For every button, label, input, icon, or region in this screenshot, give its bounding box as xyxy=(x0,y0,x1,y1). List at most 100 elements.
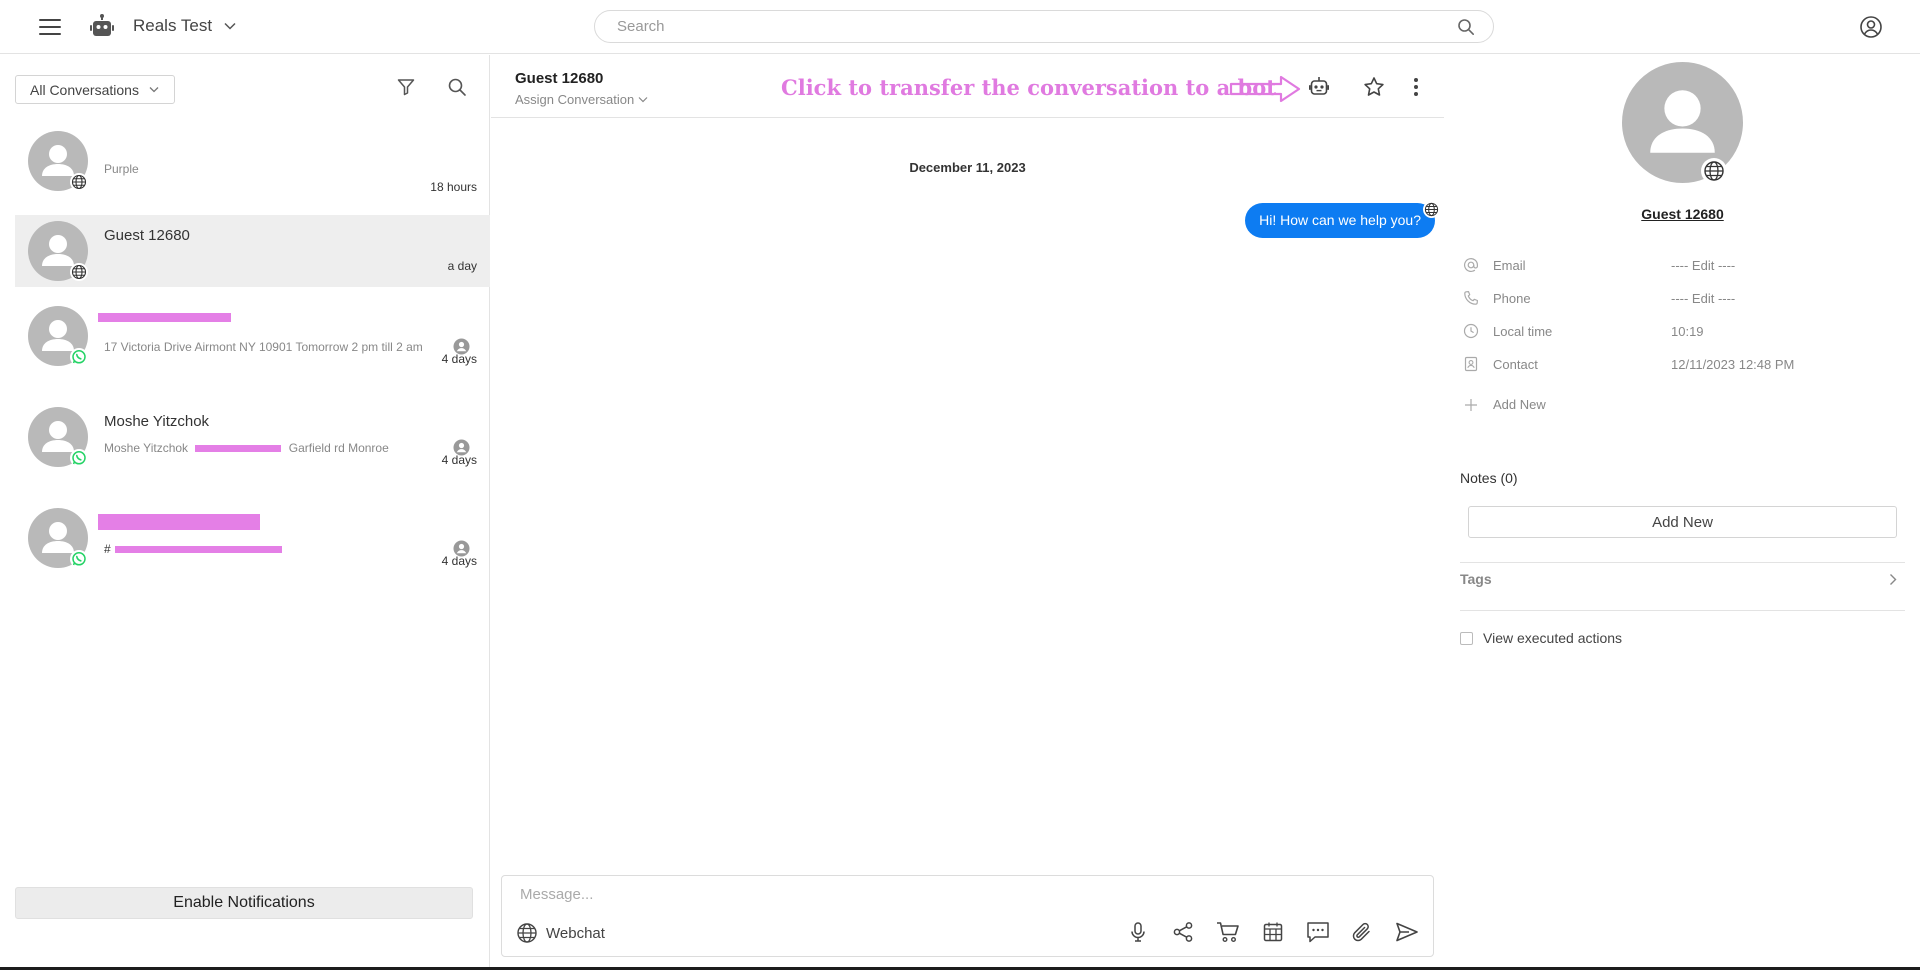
field-label: Phone xyxy=(1493,291,1531,306)
message-input[interactable] xyxy=(520,886,1400,910)
chat-title: Guest 12680 xyxy=(515,70,604,87)
transfer-to-bot-icon[interactable] xyxy=(1308,76,1330,98)
conversation-preview: 17 Victoria Drive Airmont NY 10901 Tomor… xyxy=(104,340,423,354)
add-new-field-label: Add New xyxy=(1493,397,1546,412)
star-icon[interactable] xyxy=(1363,76,1385,98)
menu-icon[interactable] xyxy=(36,13,64,41)
conversation-filter-label: All Conversations xyxy=(30,81,139,98)
at-icon xyxy=(1463,257,1479,273)
conversation-preview-end: Garfield rd Monroe xyxy=(288,441,389,455)
annotation-arrow-icon xyxy=(1229,75,1301,103)
contact-panel: Guest 12680 Email ---- Edit ---- Phone -… xyxy=(1445,55,1920,967)
view-executed-actions-label: View executed actions xyxy=(1483,630,1623,646)
conversation-time: 4 days xyxy=(441,554,477,568)
calendar-icon[interactable] xyxy=(1262,921,1284,943)
microphone-icon[interactable] xyxy=(1127,921,1149,943)
share-icon[interactable] xyxy=(1172,921,1194,943)
contact-field-phone: Phone ---- Edit ---- xyxy=(1463,289,1903,309)
contact-card-icon xyxy=(1463,356,1479,372)
channel-label: Webchat xyxy=(546,924,605,942)
date-separator: December 11, 2023 xyxy=(909,160,1026,175)
redaction-mark xyxy=(98,514,260,530)
search-icon[interactable] xyxy=(1457,18,1475,36)
redaction-mark xyxy=(98,313,231,322)
globe-icon xyxy=(1701,158,1727,184)
contact-field-contact: Contact 12/11/2023 12:48 PM xyxy=(1463,355,1903,375)
message-composer: Webchat xyxy=(501,875,1434,957)
divider xyxy=(1460,610,1905,611)
enable-notifications-button[interactable]: Enable Notifications xyxy=(15,887,473,919)
chevron-right-icon xyxy=(1889,573,1897,586)
clock-icon xyxy=(1463,323,1479,339)
conversation-name: Guest 12680 xyxy=(104,227,190,244)
workspace-selector[interactable]: Reals Test xyxy=(133,16,236,36)
conversation-preview: Moshe Yitzchok Garfield rd Monroe xyxy=(104,441,389,455)
conversations-panel: All Conversations Purple 18 hours Guest … xyxy=(0,55,490,967)
conversation-name: Moshe Yitzchok xyxy=(104,413,210,430)
chevron-down-icon xyxy=(638,96,648,103)
conversation-time: 18 hours xyxy=(430,180,477,194)
conversation-preview-start: Moshe Yitzchok xyxy=(104,441,189,455)
annotation-text: Click to transfer the conversation to a … xyxy=(781,75,1276,100)
conversation-filter-dropdown[interactable]: All Conversations xyxy=(15,75,175,104)
whatsapp-icon xyxy=(70,449,88,467)
message-bubble-outgoing: Hi! How can we help you? xyxy=(1245,203,1435,238)
chevron-down-icon xyxy=(149,86,159,93)
user-account-icon[interactable] xyxy=(1857,13,1885,41)
attachment-icon[interactable] xyxy=(1351,921,1373,943)
conversation-time: 4 days xyxy=(441,453,477,467)
global-search xyxy=(594,10,1494,43)
contact-name[interactable]: Guest 12680 xyxy=(1445,206,1920,222)
chat-header: Guest 12680 Assign Conversation Click to… xyxy=(491,55,1444,118)
field-label: Email xyxy=(1493,258,1526,273)
field-value: 10:19 xyxy=(1671,324,1704,339)
conversation-item[interactable]: Guest 12680 a day xyxy=(15,215,490,287)
tags-section[interactable]: Tags xyxy=(1460,563,1905,595)
contact-field-email: Email ---- Edit ---- xyxy=(1463,256,1903,276)
filter-icon[interactable] xyxy=(396,77,416,97)
assign-conversation-label: Assign Conversation xyxy=(515,92,635,107)
field-label: Local time xyxy=(1493,324,1553,339)
field-value: 12/11/2023 12:48 PM xyxy=(1671,357,1795,372)
conversation-item[interactable]: Moshe Yitzchok Moshe Yitzchok Garfield r… xyxy=(15,401,490,473)
chat-panel: Guest 12680 Assign Conversation Click to… xyxy=(491,55,1444,967)
globe-icon xyxy=(70,263,88,281)
whatsapp-icon xyxy=(70,550,88,568)
field-value[interactable]: ---- Edit ---- xyxy=(1671,291,1735,306)
search-input[interactable] xyxy=(617,18,1437,35)
add-note-button[interactable]: Add New xyxy=(1468,506,1897,538)
chevron-down-icon xyxy=(224,22,236,30)
conversation-item[interactable]: Purple 18 hours xyxy=(15,125,490,197)
conversation-preview-start: # xyxy=(104,542,111,556)
notes-title: Notes (0) xyxy=(1460,470,1518,486)
conversation-time: a day xyxy=(447,259,477,273)
checkbox[interactable] xyxy=(1460,631,1473,645)
workspace-name: Reals Test xyxy=(133,16,213,35)
plus-icon xyxy=(1463,397,1479,413)
search-icon[interactable] xyxy=(447,77,467,97)
tags-label: Tags xyxy=(1460,571,1492,587)
field-value[interactable]: ---- Edit ---- xyxy=(1671,258,1735,273)
cart-icon[interactable] xyxy=(1216,921,1240,943)
redaction-mark xyxy=(195,445,282,453)
globe-icon xyxy=(517,923,537,943)
assign-conversation-dropdown[interactable]: Assign Conversation xyxy=(515,92,648,107)
conversation-item[interactable]: # 4 days xyxy=(15,502,490,574)
conversation-item[interactable]: 17 Victoria Drive Airmont NY 10901 Tomor… xyxy=(15,300,490,372)
globe-icon xyxy=(1423,201,1440,218)
quick-reply-icon[interactable] xyxy=(1306,921,1330,943)
send-icon[interactable] xyxy=(1395,921,1419,943)
whatsapp-icon xyxy=(70,348,88,366)
top-bar: Reals Test xyxy=(0,0,1920,54)
conversation-preview: # xyxy=(104,542,283,556)
channel-selector[interactable]: Webchat xyxy=(516,922,605,944)
field-label: Contact xyxy=(1493,357,1538,372)
more-options-icon[interactable] xyxy=(1412,76,1420,98)
contact-field-local-time: Local time 10:19 xyxy=(1463,322,1903,342)
conversation-preview: Purple xyxy=(104,162,139,176)
bot-logo-icon xyxy=(89,14,115,40)
conversation-time: 4 days xyxy=(441,352,477,366)
globe-icon xyxy=(70,173,88,191)
view-executed-actions-checkbox[interactable]: View executed actions xyxy=(1460,630,1622,646)
redaction-mark xyxy=(115,546,283,554)
